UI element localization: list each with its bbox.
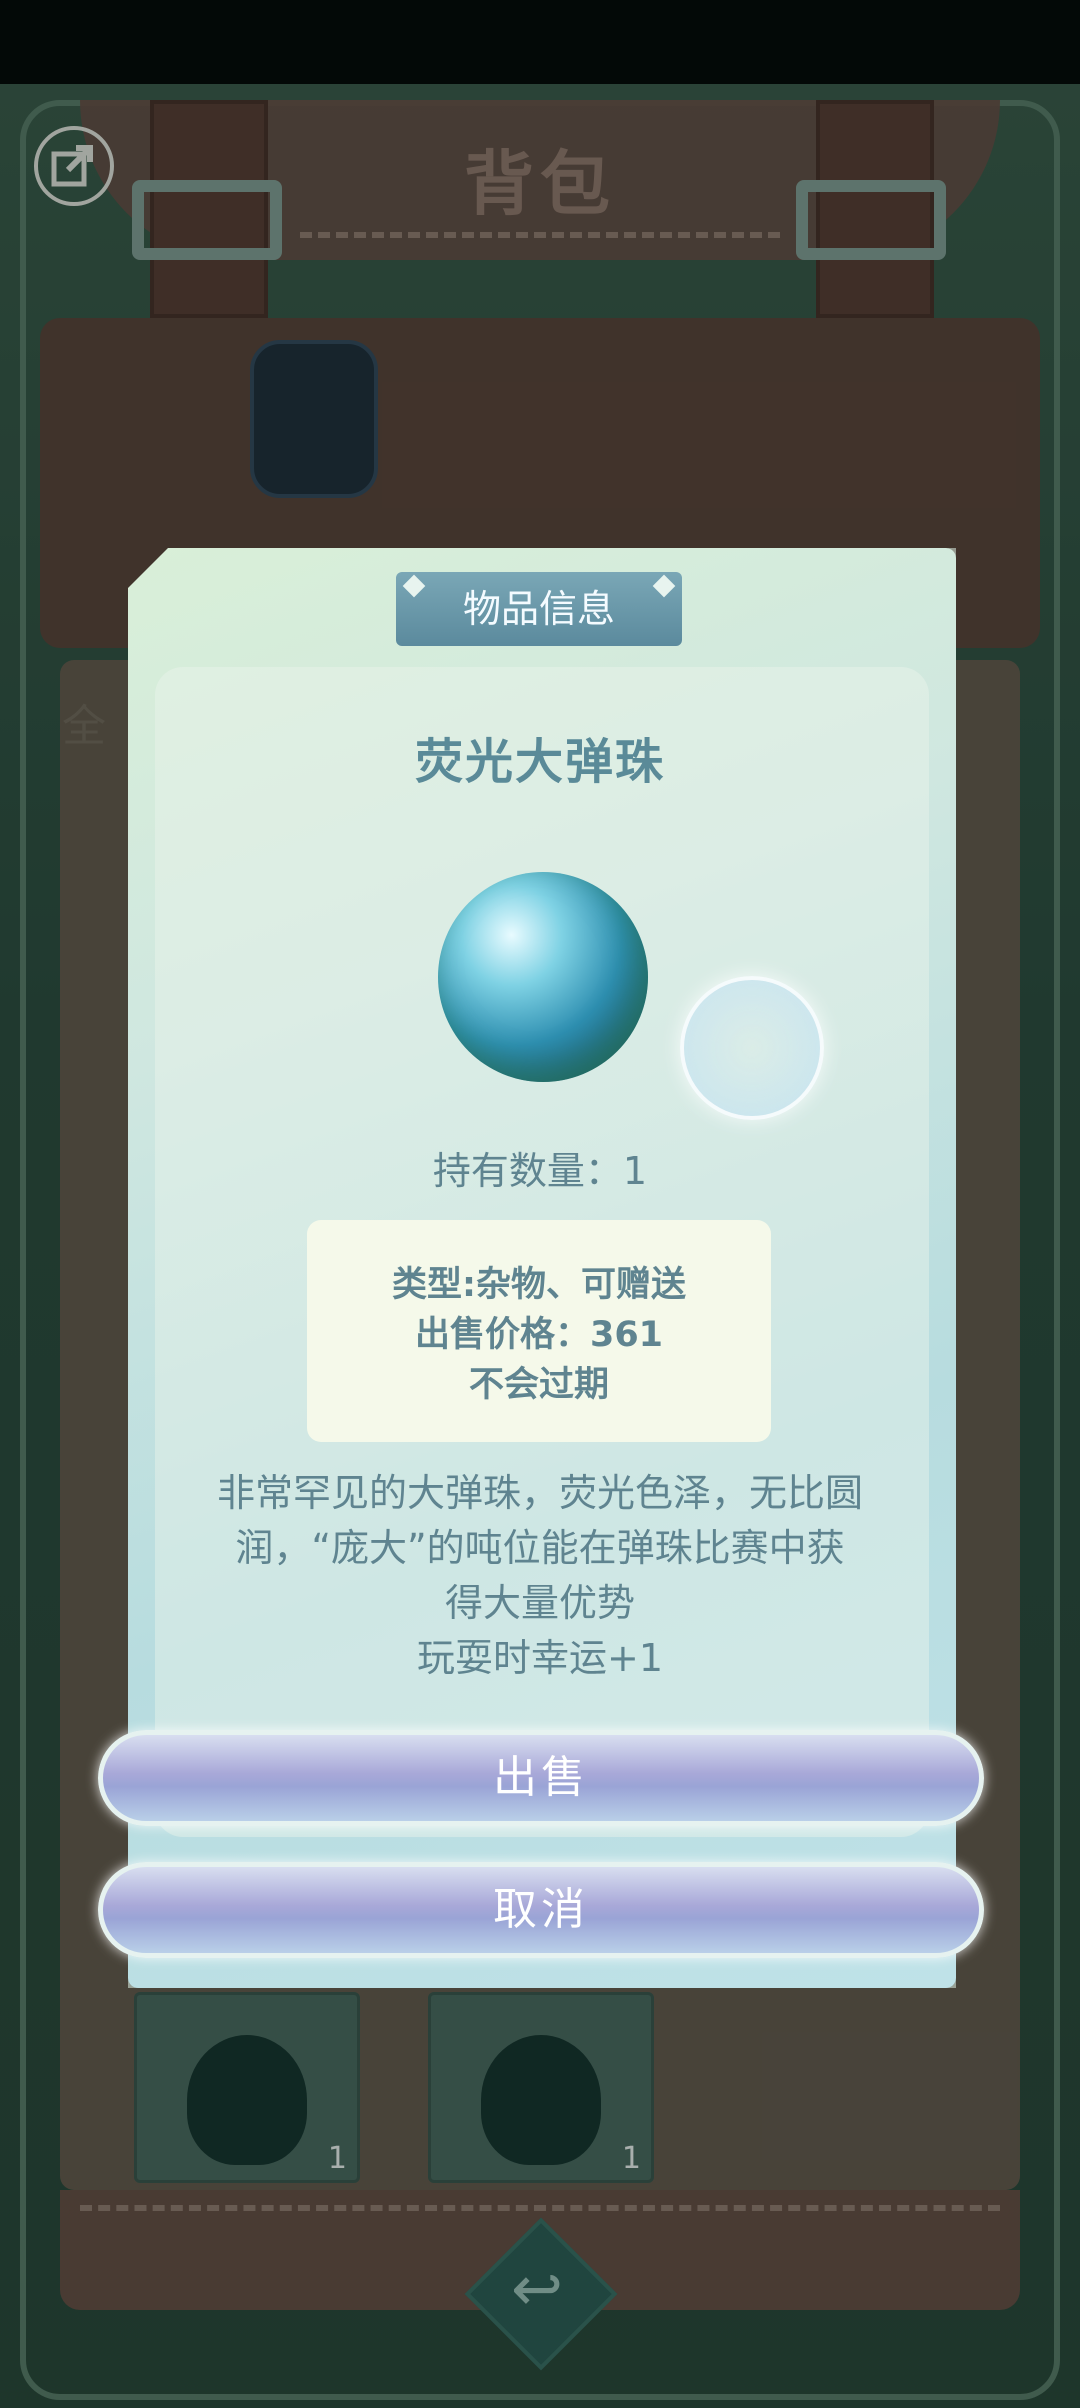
sell-button[interactable]: 出售 bbox=[98, 1730, 984, 1826]
item-type: 类型:杂物、可赠送 bbox=[392, 1265, 686, 1305]
item-price: 出售价格：361 bbox=[414, 1315, 664, 1355]
item-expiry: 不会过期 bbox=[468, 1365, 609, 1405]
description-line: 玩耍时幸运+1 bbox=[416, 1636, 664, 1680]
description-line: 得大量优势 bbox=[444, 1581, 635, 1625]
item-quantity: 持有数量：1 bbox=[432, 1149, 648, 1193]
description-line: 润，“庞大”的吨位能在弹珠比赛中获 bbox=[235, 1526, 845, 1570]
item-info-tab: 物品信息 bbox=[396, 572, 682, 646]
item-description: 非常罕见的大弹珠，荧光色泽，无比圆 润，“庞大”的吨位能在弹珠比赛中获 得大量优… bbox=[190, 1466, 890, 1686]
description-line: 非常罕见的大弹珠，荧光色泽，无比圆 bbox=[216, 1471, 863, 1515]
marble-icon bbox=[438, 872, 648, 1082]
luck-bubble-icon bbox=[680, 976, 824, 1120]
item-name: 荧光大弹珠 bbox=[414, 734, 665, 790]
item-attributes: 类型:杂物、可赠送 出售价格：361 不会过期 bbox=[307, 1220, 771, 1442]
cancel-button[interactable]: 取消 bbox=[98, 1862, 984, 1958]
